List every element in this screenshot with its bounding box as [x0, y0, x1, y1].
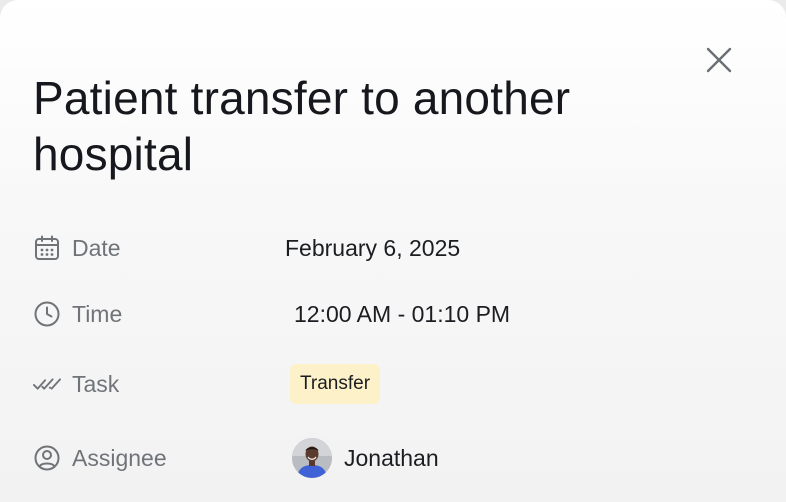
date-label: Date [72, 235, 121, 261]
calendar-icon [33, 234, 61, 262]
time-row: Time 12:00 AM - 01:10 PM [0, 294, 786, 334]
avatar [292, 438, 332, 478]
assignee-name: Jonathan [344, 445, 439, 471]
task-badge: Transfer [290, 364, 381, 404]
time-value: 12:00 AM - 01:10 PM [294, 301, 511, 327]
date-row: Date February 6, 2025 [0, 228, 786, 268]
task-row: Task Transfer [0, 364, 786, 404]
event-detail-card: Patient transfer to another hospital Dat… [0, 0, 786, 502]
user-circle-icon [33, 444, 61, 472]
date-value: February 6, 2025 [285, 235, 461, 261]
assignee-label: Assignee [72, 445, 167, 471]
close-icon [706, 47, 732, 73]
time-label: Time [72, 301, 123, 327]
close-button[interactable] [701, 42, 737, 78]
task-label: Task [72, 371, 120, 397]
double-check-icon [33, 370, 61, 398]
clock-icon [33, 300, 61, 328]
page-title: Patient transfer to another hospital [33, 72, 571, 180]
assignee-row: Assignee Jonathan [0, 438, 786, 478]
